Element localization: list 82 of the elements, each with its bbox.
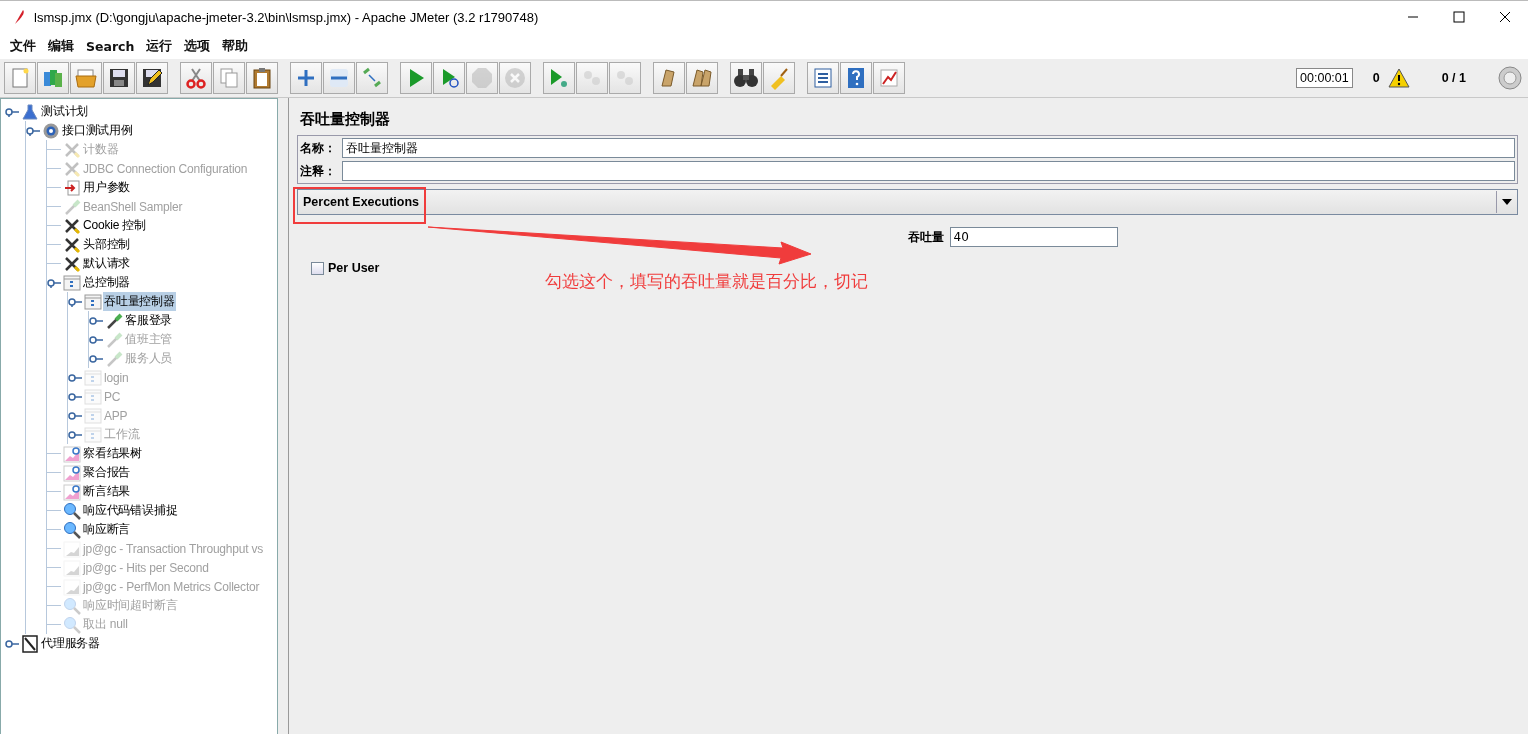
name-field[interactable]: 吞吐量控制器	[342, 138, 1515, 158]
tree-item[interactable]: 接口测试用例	[61, 121, 134, 140]
tree-item[interactable]: 聚合报告	[82, 463, 132, 482]
warning-icon[interactable]	[1387, 68, 1410, 88]
caret-icon	[1502, 199, 1512, 205]
copy-icon	[217, 66, 241, 90]
remote-status-icon	[1498, 66, 1522, 90]
tree-item[interactable]: Cookie 控制	[82, 216, 147, 235]
menu-item[interactable]: 运行	[140, 33, 179, 59]
tree-item[interactable]: 客服登录	[124, 311, 174, 330]
search-icon	[734, 66, 758, 90]
collapsed-handle-icon[interactable]	[89, 315, 103, 326]
shutdown-icon	[503, 66, 527, 90]
toggle-button[interactable]	[356, 62, 388, 94]
expand-button[interactable]	[290, 62, 322, 94]
comment-label: 注释：	[300, 162, 336, 180]
expanded-handle-icon[interactable]	[26, 125, 40, 136]
tree-item[interactable]: 头部控制	[82, 235, 132, 254]
collapse-button[interactable]	[323, 62, 355, 94]
collapsed-handle-icon[interactable]	[89, 353, 103, 364]
clear-all-button[interactable]	[686, 62, 718, 94]
menu-item[interactable]: 文件	[4, 33, 42, 59]
tree-item[interactable]: 吞吐量控制器	[103, 292, 176, 311]
tree-item[interactable]: 测试计划	[40, 102, 90, 121]
collapsed-handle-icon[interactable]	[68, 391, 82, 402]
search-button[interactable]	[730, 62, 762, 94]
save-icon	[107, 66, 131, 90]
menu-item[interactable]: 选项	[178, 33, 217, 59]
menu-item[interactable]: 编辑	[42, 33, 80, 59]
collapsed-handle-icon[interactable]	[5, 638, 19, 649]
help-button[interactable]	[840, 62, 872, 94]
close-icon[interactable]	[1499, 11, 1511, 23]
function-helper-button[interactable]	[807, 62, 839, 94]
throughput-field[interactable]: 40	[949, 227, 1118, 247]
tree-item[interactable]: 用户参数	[82, 178, 132, 197]
logger-button[interactable]	[873, 62, 905, 94]
cut-icon	[184, 66, 208, 90]
templates-button[interactable]	[37, 62, 69, 94]
expanded-handle-icon[interactable]	[5, 106, 19, 117]
panel-title: 吞吐量控制器	[300, 110, 391, 129]
open-icon	[74, 66, 98, 90]
collapsed-handle-icon[interactable]	[68, 410, 82, 421]
tree-item[interactable]: 代理服务器	[40, 634, 101, 653]
save-button[interactable]	[103, 62, 135, 94]
warning-count: 0	[1372, 71, 1380, 85]
menu-item[interactable]: Search	[80, 34, 141, 58]
start-button[interactable]	[400, 62, 432, 94]
window-title: lsmsp.jmx (D:\gongju\apache-jmeter-3.2\bin\lsmsp.jmx) - Apache JMeter (3.2 r1790748)	[34, 9, 540, 25]
save-as-button[interactable]	[136, 62, 168, 94]
tree-item[interactable]: 响应断言	[82, 520, 132, 539]
feather-icon	[12, 9, 26, 25]
elapsed-time: 00:00:01	[1296, 68, 1353, 88]
collapsed-handle-icon[interactable]	[89, 334, 103, 345]
tree-item[interactable]: 断言结果	[82, 482, 132, 501]
name-label: 名称：	[300, 139, 336, 157]
logger-icon	[877, 66, 901, 90]
expanded-handle-icon[interactable]	[68, 296, 82, 307]
tree-item[interactable]: 默认请求	[82, 254, 132, 273]
stop-icon	[470, 66, 494, 90]
start-no-pause-button[interactable]	[433, 62, 465, 94]
thread-count: 0 / 1	[1441, 71, 1466, 85]
comment-field[interactable]	[342, 161, 1515, 181]
tree-item[interactable]: 响应代码错误捕捉	[82, 501, 179, 520]
throughput-label: 吞吐量	[907, 228, 944, 246]
tree-item[interactable]: 总控制器	[82, 273, 132, 292]
save-as-icon	[140, 66, 164, 90]
tree-item[interactable]: 察看结果树	[82, 444, 143, 463]
paste-icon	[250, 66, 274, 90]
collapsed-handle-icon[interactable]	[68, 372, 82, 383]
cut-button[interactable]	[180, 62, 212, 94]
clear-all-icon	[690, 66, 714, 90]
annotation-note: 勾选这个，填写的吞吐量就是百分比，切记	[545, 270, 868, 293]
remote-start-button[interactable]	[543, 62, 575, 94]
expanded-handle-icon[interactable]	[47, 277, 61, 288]
function-helper-icon	[811, 66, 835, 90]
clear-button[interactable]	[653, 62, 685, 94]
paste-button[interactable]	[246, 62, 278, 94]
mode-dropdown[interactable]: Percent Executions	[297, 189, 1518, 215]
collapsed-handle-icon[interactable]	[68, 429, 82, 440]
maximize-icon[interactable]	[1453, 11, 1465, 23]
menu-item[interactable]: 帮助	[216, 33, 255, 59]
collapse-icon	[327, 66, 351, 90]
